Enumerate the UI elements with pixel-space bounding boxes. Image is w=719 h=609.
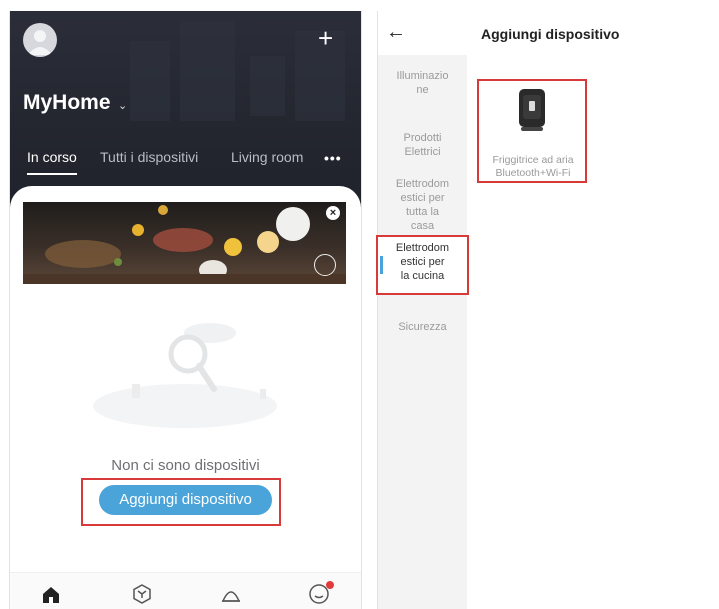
avatar-icon[interactable] [23,23,57,57]
category-label-line: Sicurezza [398,321,447,333]
more-icon[interactable]: ••• [324,150,342,166]
highlight-add-device [81,478,281,526]
plus-icon[interactable]: + [318,25,333,51]
category-label-line: Elettrici [404,146,441,158]
empty-state-text: Non ci sono dispositivi [111,457,260,474]
category-label-line: tutta la [405,206,440,218]
back-arrow-icon[interactable]: ← [386,21,406,44]
highlight-device [477,79,587,183]
tap-hand-icon [314,254,336,276]
highlight-category [376,235,469,295]
tab-tutti-i-dispositivi[interactable]: Tutti i dispositivi [100,149,198,165]
home-title[interactable]: MyHome [23,91,111,115]
add-device-screen: ← Aggiungi dispositivo Illuminazio ne Pr… [376,11,719,609]
promo-banner[interactable]: × [23,202,346,284]
home-icon[interactable] [40,583,62,605]
category-label-line: ne [416,84,429,96]
category-label-line: Illuminazio [396,70,449,82]
cube-icon[interactable] [131,583,153,605]
active-tab-indicator [27,173,77,175]
category-prodotti-elettrici[interactable]: Prodotti Elettrici [378,131,467,163]
category-elettrodomestici-casa[interactable]: Elettrodom estici per tutta la casa [378,177,467,237]
category-illuminazione[interactable]: Illuminazio ne [378,69,467,101]
scene-bell-icon[interactable] [220,583,242,605]
category-label-line: Elettrodom [395,178,450,190]
room-tabs: In corso Tutti i dispositivi Living room [10,149,361,175]
bottom-nav [10,572,361,609]
category-label-line: casa [410,220,435,232]
notification-dot [326,581,334,589]
empty-state-illustration [93,323,277,428]
close-icon[interactable]: × [326,206,340,220]
category-label-line: estici per [400,192,445,204]
category-label-line: Prodotti [403,132,442,144]
category-sidebar: Illuminazio ne Prodotti Elettrici Elettr… [378,55,467,609]
category-sicurezza[interactable]: Sicurezza [378,320,467,336]
page-title: Aggiungi dispositivo [481,26,620,42]
tab-living-room[interactable]: Living room [231,149,303,165]
chevron-down-icon[interactable]: ⌄ [118,99,127,112]
home-screen: + MyHome ⌄ In corso Tutti i dispositivi … [9,11,362,609]
tab-in-corso[interactable]: In corso [27,149,77,165]
